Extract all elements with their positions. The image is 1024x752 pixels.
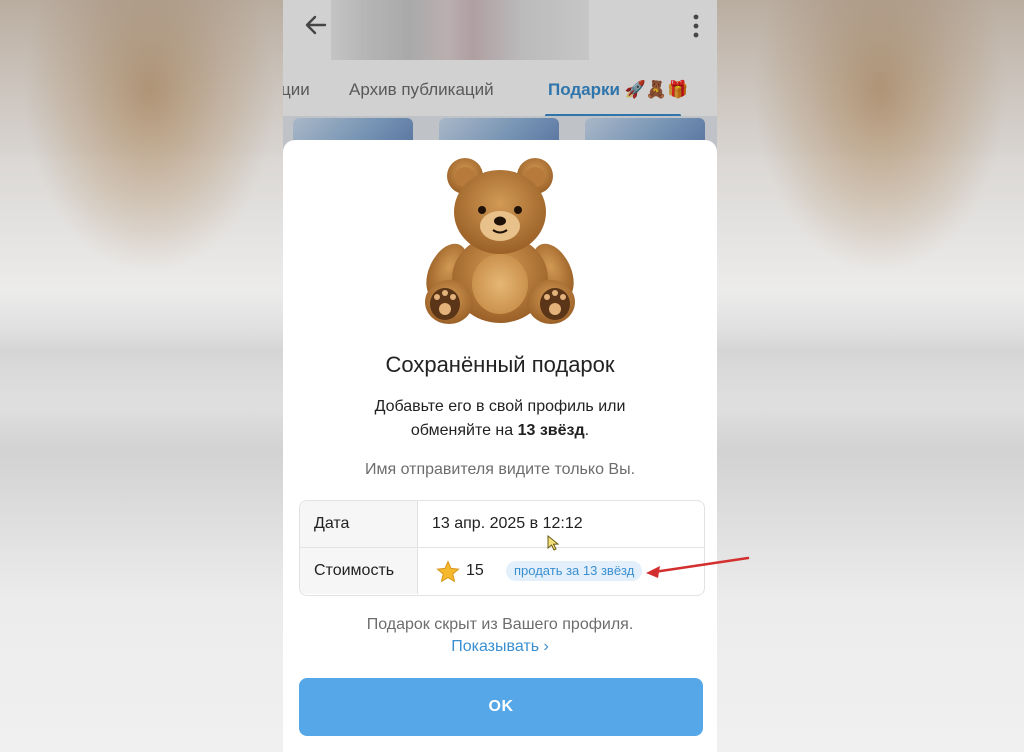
description-prefix: обменяйте на [410,422,518,439]
phone-screen: ции Архив публикаций Подарки 🚀🧸🎁 Сохранё… [283,0,717,752]
description-suffix: . [584,422,590,439]
teddy-bear-icon [425,158,575,324]
sell-for-stars-chip[interactable]: продать за 13 звёзд [506,561,643,581]
mouse-cursor-icon [547,535,560,551]
date-row: Дата 13 апр. 2025 в 12:12 [300,501,704,548]
sheet-description: Добавьте его в свой профиль или обменяйт… [323,395,677,443]
price-label: Стоимость [300,548,418,594]
sheet-title: Сохранённый подарок [385,352,615,377]
price-value: 15 [466,562,484,579]
gift-bottom-sheet: Сохранённый подарок Добавьте его в свой … [283,140,717,752]
description-line-2: обменяйте на 13 звёзд. [323,419,677,443]
red-arrow-annotation-icon [646,556,750,578]
ok-button[interactable]: OK [299,678,703,736]
sender-visibility-note: Имя отправителя видите только Вы. [364,461,636,478]
stars-amount-bold: 13 звёзд [517,422,585,439]
star-icon [436,560,460,583]
gift-details-table: Дата 13 апр. 2025 в 12:12 Стоимость 15 п… [299,500,705,596]
description-line-1: Добавьте его в свой профиль или [374,398,626,415]
date-label: Дата [300,501,418,547]
show-on-profile-link[interactable]: Показывать › [283,638,717,656]
gift-hidden-note: Подарок скрыт из Вашего профиля. [366,616,634,633]
